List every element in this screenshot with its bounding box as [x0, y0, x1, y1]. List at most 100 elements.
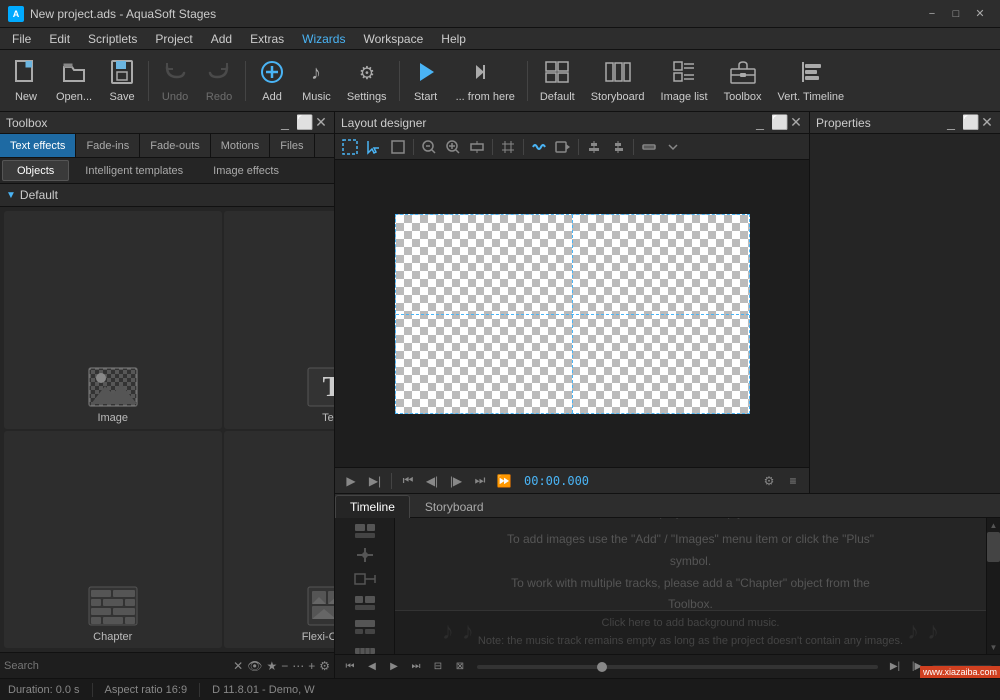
search-slider-btn[interactable]: ⋯	[292, 659, 304, 673]
skip-end-btn[interactable]: ⏭	[470, 472, 490, 490]
toolbox-close-btn[interactable]: ✕	[314, 114, 328, 131]
toolbox-float-btn[interactable]: ⬜	[296, 114, 310, 131]
ld-align2-btn[interactable]	[607, 137, 629, 157]
ld-cursor-btn[interactable]	[363, 137, 385, 157]
search-gear-btn[interactable]: ⚙	[319, 659, 330, 673]
ld-float-btn[interactable]: ⬜	[771, 114, 785, 131]
ld-select2-btn[interactable]	[387, 137, 409, 157]
menu-help[interactable]: Help	[433, 30, 474, 48]
fast-forward-btn[interactable]: ⏩	[494, 472, 514, 490]
search-plus-btn[interactable]: +	[308, 659, 315, 673]
toolbar-settings-button[interactable]: ⚙ Settings	[339, 54, 395, 108]
close-button[interactable]: ✕	[968, 4, 992, 24]
ld-more-btn[interactable]	[638, 137, 660, 157]
toolbar-storyboard-button[interactable]: Storyboard	[583, 54, 653, 108]
tr-skip-end[interactable]: ⏭	[407, 659, 425, 675]
tr-next[interactable]: ▶	[385, 659, 403, 675]
ld-minimize-btn[interactable]: _	[753, 114, 767, 131]
ld-zoom-fit-btn[interactable]	[466, 137, 488, 157]
search-minus-btn[interactable]: −	[281, 659, 288, 673]
tl-ctrl-1[interactable]	[348, 522, 382, 540]
menu-scriptlets[interactable]: Scriptlets	[80, 30, 145, 48]
tl-ctrl-4[interactable]	[348, 594, 382, 612]
maximize-button[interactable]: □	[944, 4, 968, 24]
toolbar-image-list-button[interactable]: Image list	[653, 54, 716, 108]
scroll-down-btn[interactable]: ▼	[987, 640, 1000, 654]
ld-dropdown-btn[interactable]	[662, 137, 684, 157]
props-float-btn[interactable]: ⬜	[962, 114, 976, 131]
tab-fade-ins[interactable]: Fade-ins	[76, 134, 140, 157]
ld-align1-btn[interactable]	[583, 137, 605, 157]
ld-close-btn[interactable]: ✕	[789, 114, 803, 131]
toolbar-new-button[interactable]: New	[4, 54, 48, 108]
ld-grid-btn[interactable]	[497, 137, 519, 157]
tl-ctrl-6[interactable]	[348, 642, 382, 654]
toolbar-add-button[interactable]: Add	[250, 54, 294, 108]
subtab-objects[interactable]: Objects	[2, 160, 69, 181]
tool-chapter[interactable]: Chapter	[4, 431, 222, 649]
props-close-btn[interactable]: ✕	[980, 114, 994, 131]
minimize-button[interactable]: −	[920, 4, 944, 24]
skip-start-btn[interactable]: ⏮	[398, 472, 418, 490]
tr-prev[interactable]: ◀	[363, 659, 381, 675]
props-minimize-btn[interactable]: _	[944, 114, 958, 131]
ld-zoom-in-btn[interactable]	[442, 137, 464, 157]
tr-extra2[interactable]: ⊠	[451, 659, 469, 675]
tl-ctrl-3[interactable]	[348, 570, 382, 588]
tab-files[interactable]: Files	[270, 134, 314, 157]
menu-workspace[interactable]: Workspace	[355, 30, 431, 48]
prev-frame-btn[interactable]: ◀|	[422, 472, 442, 490]
tool-flexi[interactable]: Flexi-Colla...	[224, 431, 335, 649]
toolbox-minimize-btn[interactable]: _	[278, 114, 292, 131]
subtab-intelligent-templates[interactable]: Intelligent templates	[71, 160, 197, 181]
toolbar-from-here-button[interactable]: ... from here	[448, 54, 523, 108]
search-clear-btn[interactable]: ✕	[233, 659, 243, 673]
tr-extra1[interactable]: ⊟	[429, 659, 447, 675]
tab-timeline[interactable]: Timeline	[335, 495, 410, 518]
tab-fade-outs[interactable]: Fade-outs	[140, 134, 211, 157]
play-at-btn[interactable]: ▶|	[365, 472, 385, 490]
toolbar-toolbox-button[interactable]: Toolbox	[716, 54, 770, 108]
tab-storyboard[interactable]: Storyboard	[410, 495, 499, 518]
footer-settings-btn[interactable]: ⚙	[759, 472, 779, 490]
transport-progress[interactable]	[477, 665, 878, 669]
scroll-track[interactable]	[987, 532, 1000, 640]
tr-play-end[interactable]: ▶|	[886, 659, 904, 675]
toolbar-music-button[interactable]: ♪ Music	[294, 54, 339, 108]
subtab-image-effects[interactable]: Image effects	[199, 160, 293, 181]
play-button[interactable]: ▶	[341, 472, 361, 490]
tab-motions[interactable]: Motions	[211, 134, 271, 157]
scroll-thumb[interactable]	[987, 532, 1000, 562]
menu-project[interactable]: Project	[147, 30, 200, 48]
ld-wave-btn[interactable]	[528, 137, 550, 157]
menu-wizards[interactable]: Wizards	[294, 30, 353, 48]
tab-text-effects[interactable]: Text effects	[0, 134, 76, 157]
search-eye-btn[interactable]: 👁	[247, 659, 262, 673]
footer-more-btn[interactable]: ≡	[783, 472, 803, 490]
menu-extras[interactable]: Extras	[242, 30, 292, 48]
tl-ctrl-2[interactable]	[348, 546, 382, 564]
search-input[interactable]	[4, 660, 229, 672]
ld-zoom-out-btn[interactable]	[418, 137, 440, 157]
ld-select-btn[interactable]	[339, 137, 361, 157]
timeline-music-area[interactable]: ♪ ♪ Click here to add background music. …	[395, 610, 986, 654]
menu-edit[interactable]: Edit	[41, 30, 78, 48]
menu-add[interactable]: Add	[203, 30, 240, 48]
toolbar-vert-timeline-button[interactable]: Vert. Timeline	[770, 54, 853, 108]
toolbar-save-button[interactable]: Save	[100, 54, 144, 108]
toolbar-open-button[interactable]: Open...	[48, 54, 100, 108]
toolbar-redo-button[interactable]: Redo	[197, 54, 241, 108]
ld-video-btn[interactable]	[552, 137, 574, 157]
toolbar-default-button[interactable]: Default	[532, 54, 583, 108]
progress-thumb[interactable]	[597, 662, 607, 672]
next-frame-btn[interactable]: |▶	[446, 472, 466, 490]
tl-ctrl-5[interactable]	[348, 618, 382, 636]
tr-skip-start[interactable]: ⏮	[341, 659, 359, 675]
scroll-up-btn[interactable]: ▲	[987, 518, 1000, 532]
toolbar-undo-button[interactable]: Undo	[153, 54, 197, 108]
menu-file[interactable]: File	[4, 30, 39, 48]
tool-text[interactable]: T Text	[224, 211, 335, 429]
toolbar-start-button[interactable]: Start	[404, 54, 448, 108]
search-star-btn[interactable]: ★	[266, 659, 277, 673]
tool-image[interactable]: Image	[4, 211, 222, 429]
